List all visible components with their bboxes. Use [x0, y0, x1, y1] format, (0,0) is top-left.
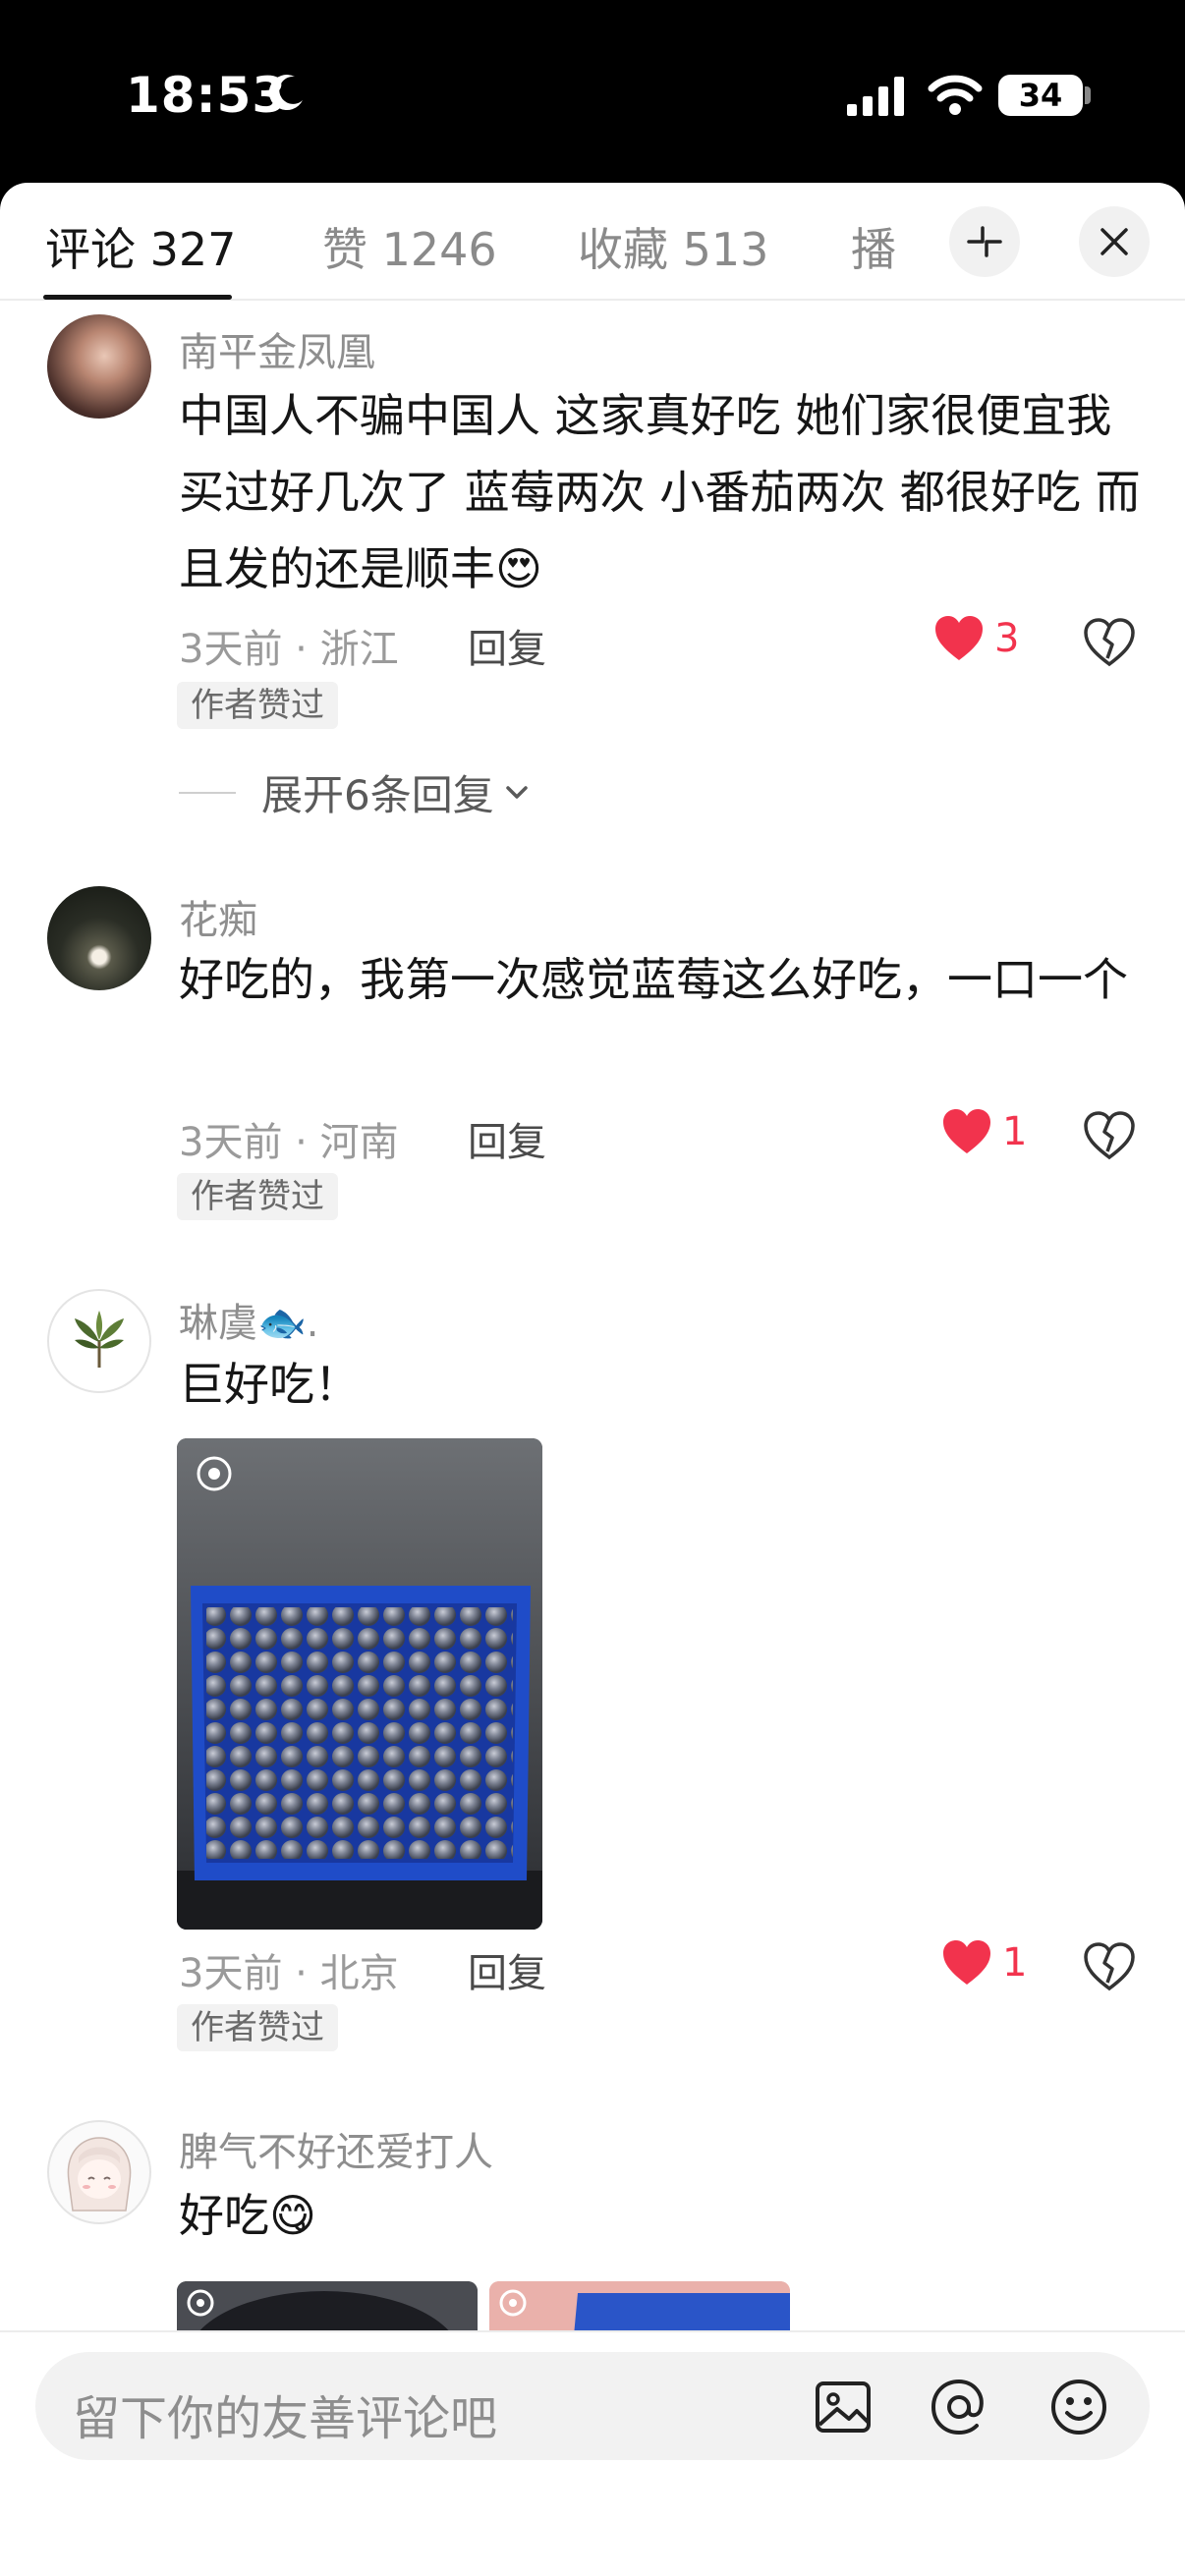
avatar[interactable]: [47, 886, 151, 990]
expand-replies-button[interactable]: 展开6条回复: [179, 762, 534, 822]
like-button[interactable]: 3: [933, 615, 1019, 662]
reply-button[interactable]: 回复: [468, 1110, 546, 1167]
dislike-broken-heart-icon[interactable]: [1083, 1939, 1136, 1992]
close-button[interactable]: [1079, 206, 1150, 277]
comment-text: 巨好吃！: [179, 1358, 360, 1411]
reply-button[interactable]: 回复: [468, 1941, 546, 1998]
comment-username[interactable]: 南平金凤凰: [179, 320, 375, 377]
reply-button[interactable]: 回复: [468, 617, 546, 674]
comment-text: 中国人不骗中国人 这家真好吃 她们家很便宜我买过好几次了 蓝莓两次 小番茄两次 …: [179, 389, 1141, 595]
author-liked-badge: 作者赞过: [177, 682, 338, 729]
tab-bar: 评论 327 赞 1246 收藏 513 播: [0, 183, 1185, 301]
avatar[interactable]: [47, 314, 151, 419]
heart-icon: [935, 616, 983, 660]
like-count: 1: [1002, 1109, 1028, 1154]
comment-time-location: 3天前 · 河南: [179, 1120, 399, 1165]
status-time: 18:53: [126, 67, 288, 124]
comments-sheet: 评论 327 赞 1246 收藏 513 播 南平金凤凰 中国人不骗中国人 这家…: [0, 183, 1185, 2576]
divider-line: [179, 791, 236, 794]
like-button[interactable]: 1: [941, 1108, 1027, 1155]
plant-icon: [75, 1311, 124, 1368]
cellular-signal-icon: [847, 77, 904, 116]
battery-indicator: 34: [998, 75, 1083, 116]
comment-photo[interactable]: [177, 1438, 542, 1930]
like-count: 3: [994, 616, 1020, 661]
wifi-icon: [928, 75, 983, 115]
collapse-icon: [967, 226, 1002, 257]
collapse-button[interactable]: [949, 206, 1020, 277]
comment-username[interactable]: 琳虞🐟.: [179, 1291, 319, 1348]
heart-icon: [943, 1940, 990, 1985]
author-liked-badge: 作者赞过: [177, 2004, 338, 2051]
chevron-down-icon: [505, 785, 528, 799]
comment-text: 好吃😋: [179, 2189, 316, 2242]
comment-username[interactable]: 脾气不好还爱打人: [179, 2120, 493, 2177]
heart-icon: [943, 1109, 990, 1153]
image-icon[interactable]: [812, 2376, 875, 2438]
comment-text: 好吃的，我第一次感觉蓝莓这么好吃，一口一个: [179, 953, 1128, 1006]
avatar[interactable]: [47, 1289, 151, 1393]
author-liked-badge: 作者赞过: [177, 1173, 338, 1220]
dislike-broken-heart-icon[interactable]: [1083, 615, 1136, 668]
active-tab-indicator: [43, 295, 232, 300]
comment-time-location: 3天前 · 浙江: [179, 627, 399, 672]
comment-input-bar: 留下你的友善评论吧: [0, 2330, 1185, 2576]
emoji-icon[interactable]: [1047, 2376, 1110, 2438]
comment-input-placeholder: 留下你的友善评论吧: [73, 2391, 498, 2446]
tab-favorites[interactable]: 收藏 513: [578, 214, 768, 279]
battery-tip: [1085, 86, 1091, 104]
close-icon: [1100, 228, 1128, 255]
tab-comments[interactable]: 评论 327: [45, 214, 236, 279]
comment-time-location: 3天前 · 北京: [179, 1951, 399, 1996]
tab-likes[interactable]: 赞 1246: [322, 214, 497, 279]
tab-plays[interactable]: 播: [851, 214, 896, 279]
moon-icon: [268, 75, 303, 111]
like-count: 1: [1002, 1940, 1028, 1986]
mention-at-icon[interactable]: [928, 2376, 990, 2438]
like-button[interactable]: 1: [941, 1939, 1027, 1987]
anime-girl-avatar-icon: [67, 2137, 132, 2212]
avatar[interactable]: [47, 2120, 151, 2224]
blueberry-basket-photo: [177, 1438, 542, 1930]
expand-replies-label: 展开6条回复: [261, 771, 494, 819]
dislike-broken-heart-icon[interactable]: [1083, 1108, 1136, 1161]
comment-username[interactable]: 花痴: [179, 888, 257, 945]
status-bar: 18:53 34: [0, 0, 1185, 183]
